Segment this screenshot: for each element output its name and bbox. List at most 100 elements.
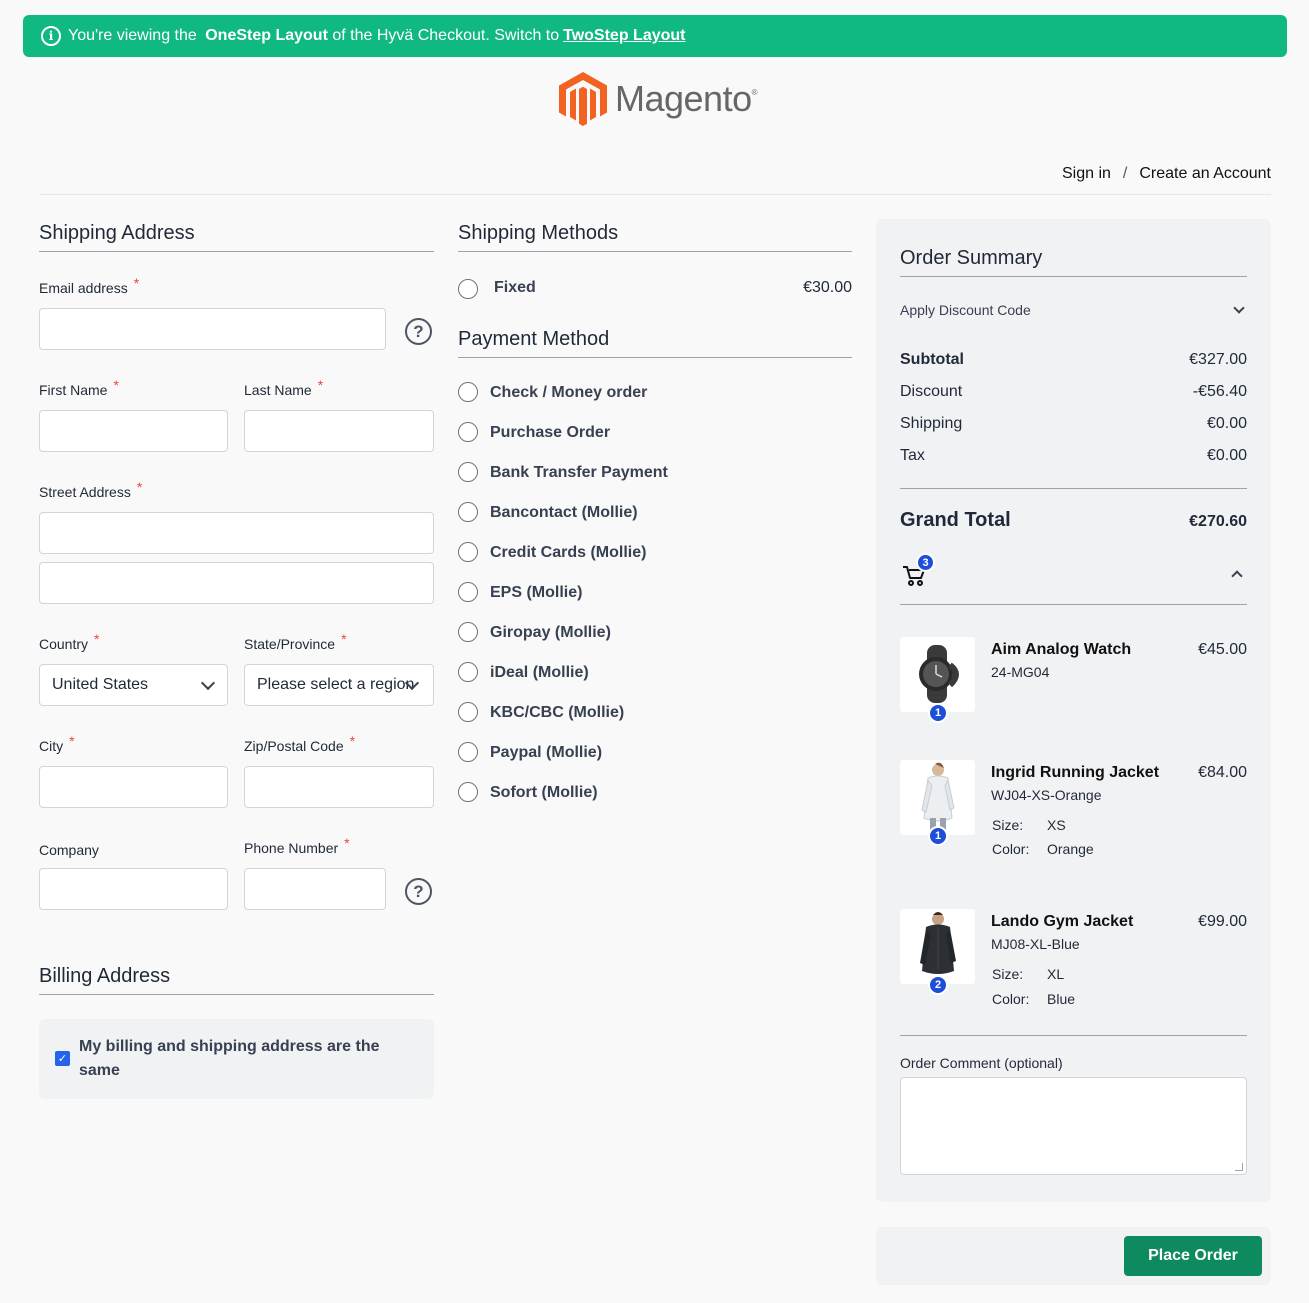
order-summary-title: Order Summary [900, 247, 1247, 277]
payment-option-label[interactable]: Paypal (Mollie) [490, 744, 602, 762]
same-address-label[interactable]: My billing and shipping address are the … [79, 1035, 399, 1083]
product-image-ingrid-jacket[interactable] [900, 760, 975, 835]
create-account-link[interactable]: Create an Account [1139, 165, 1271, 183]
payment-radio[interactable] [458, 542, 478, 562]
jacket-image [921, 762, 955, 832]
payment-option-label[interactable]: iDeal (Mollie) [490, 664, 589, 682]
shipping-value: €0.00 [1206, 415, 1247, 432]
email-help-icon[interactable]: ? [405, 318, 432, 345]
header-divider [39, 194, 1271, 195]
watch-image [919, 645, 959, 703]
item-option-label: Color: [992, 841, 1030, 857]
city-field[interactable] [39, 766, 228, 808]
item-price: €45.00 [1198, 641, 1247, 658]
order-comment-label: Order Comment (optional) [900, 1055, 1063, 1071]
payment-radio[interactable] [458, 502, 478, 522]
payment-option-label[interactable]: Sofort (Mollie) [490, 784, 598, 802]
item-option-label: Color: [992, 991, 1030, 1007]
shipping-method-label[interactable]: Fixed [494, 279, 536, 297]
payment-radio[interactable] [458, 422, 478, 442]
item-qty-badge: 1 [928, 826, 948, 846]
zip-field[interactable] [244, 766, 434, 808]
switch-layout-link[interactable]: TwoStep Layout [563, 27, 685, 45]
shipping-payment-section: Shipping Methods Fixed €30.00 Payment Me… [458, 222, 852, 802]
country-select[interactable]: United States [39, 664, 228, 706]
discount-code-toggle[interactable]: Apply Discount Code [900, 302, 1247, 318]
discount-label: Discount [900, 383, 963, 400]
product-image-lando-jacket[interactable] [900, 909, 975, 984]
order-comment-field[interactable] [900, 1077, 1247, 1175]
item-price: €99.00 [1198, 913, 1247, 930]
payment-radio[interactable] [458, 742, 478, 762]
payment-option-label[interactable]: Check / Money order [490, 384, 647, 402]
cart-items-toggle[interactable]: 3 [900, 553, 1247, 595]
phone-field[interactable] [244, 868, 386, 910]
email-field[interactable] [39, 308, 386, 350]
cart-count-badge: 3 [916, 553, 935, 572]
payment-radio[interactable] [458, 462, 478, 482]
payment-radio[interactable] [458, 582, 478, 602]
first-name-label: First Name * [39, 377, 119, 398]
region-value: Please select a region [257, 676, 415, 693]
item-sku: WJ04-XS-Orange [991, 787, 1102, 803]
discount-row: Discount -€56.40 [900, 383, 1247, 401]
payment-radio[interactable] [458, 662, 478, 682]
banner-layout-name: OneStep Layout [205, 27, 328, 44]
first-name-field[interactable] [39, 410, 228, 452]
payment-option-label[interactable]: Giropay (Mollie) [490, 624, 611, 642]
payment-option-label[interactable]: EPS (Mollie) [490, 584, 582, 602]
store-logo[interactable]: Magento® [559, 72, 758, 126]
city-label: City * [39, 733, 75, 754]
last-name-field[interactable] [244, 410, 434, 452]
item-name[interactable]: Aim Analog Watch [991, 641, 1131, 659]
payment-option-label[interactable]: KBC/CBC (Mollie) [490, 704, 624, 722]
jacket-image [920, 912, 956, 974]
item-option-value: XL [1047, 966, 1065, 982]
logo-wordmark: Magento® [615, 78, 758, 119]
discount-value: -€56.40 [1192, 383, 1247, 400]
place-order-button[interactable]: Place Order [1124, 1236, 1262, 1276]
payment-radio[interactable] [458, 622, 478, 642]
company-field[interactable] [39, 868, 228, 910]
product-image-watch[interactable] [900, 637, 975, 712]
phone-help-icon[interactable]: ? [405, 878, 432, 905]
item-name[interactable]: Ingrid Running Jacket [991, 764, 1159, 782]
payment-option-label[interactable]: Credit Cards (Mollie) [490, 544, 646, 562]
region-select[interactable]: Please select a region [244, 664, 434, 706]
item-qty-badge: 2 [928, 975, 948, 995]
item-sku: MJ08-XL-Blue [991, 936, 1080, 952]
street-line2-field[interactable] [39, 562, 434, 604]
payment-option-label[interactable]: Bank Transfer Payment [490, 464, 668, 482]
item-option-value: XS [1047, 817, 1066, 833]
item-sku: 24-MG04 [991, 664, 1050, 680]
street-line1-field[interactable] [39, 512, 434, 554]
country-value: United States [52, 676, 149, 693]
chevron-down-icon [1233, 302, 1245, 314]
item-price: €84.00 [1198, 764, 1247, 781]
grand-total-row: Grand Total €270.60 [900, 509, 1247, 532]
company-label: Company [39, 842, 99, 858]
item-qty-badge: 1 [928, 703, 948, 723]
payment-radio[interactable] [458, 782, 478, 802]
same-address-checkbox[interactable]: ✓ [55, 1051, 70, 1066]
resize-handle-icon[interactable] [1235, 1163, 1243, 1171]
last-name-label: Last Name * [244, 377, 324, 398]
payment-radio[interactable] [458, 702, 478, 722]
item-option-value: Orange [1047, 841, 1094, 857]
payment-option-label[interactable]: Purchase Order [490, 424, 610, 442]
layout-info-banner: i You're viewing the OneStep Layout of t… [23, 15, 1287, 57]
zip-label: Zip/Postal Code * [244, 733, 356, 754]
sign-in-link[interactable]: Sign in [1062, 165, 1111, 183]
shipping-method-radio[interactable] [458, 279, 478, 299]
item-option-label: Size: [992, 966, 1024, 982]
banner-middle: of the Hyvä Checkout. Switch to [327, 27, 560, 44]
items-divider [900, 1035, 1247, 1036]
item-name[interactable]: Lando Gym Jacket [991, 913, 1133, 931]
payment-radio[interactable] [458, 382, 478, 402]
payment-option-label[interactable]: Bancontact (Mollie) [490, 504, 638, 522]
cart-divider [900, 604, 1247, 605]
billing-same-as-shipping: ✓ My billing and shipping address are th… [39, 1019, 434, 1099]
tax-row: Tax €0.00 [900, 447, 1247, 465]
shipping-methods-title: Shipping Methods [458, 222, 852, 252]
payment-method-title: Payment Method [458, 328, 852, 358]
